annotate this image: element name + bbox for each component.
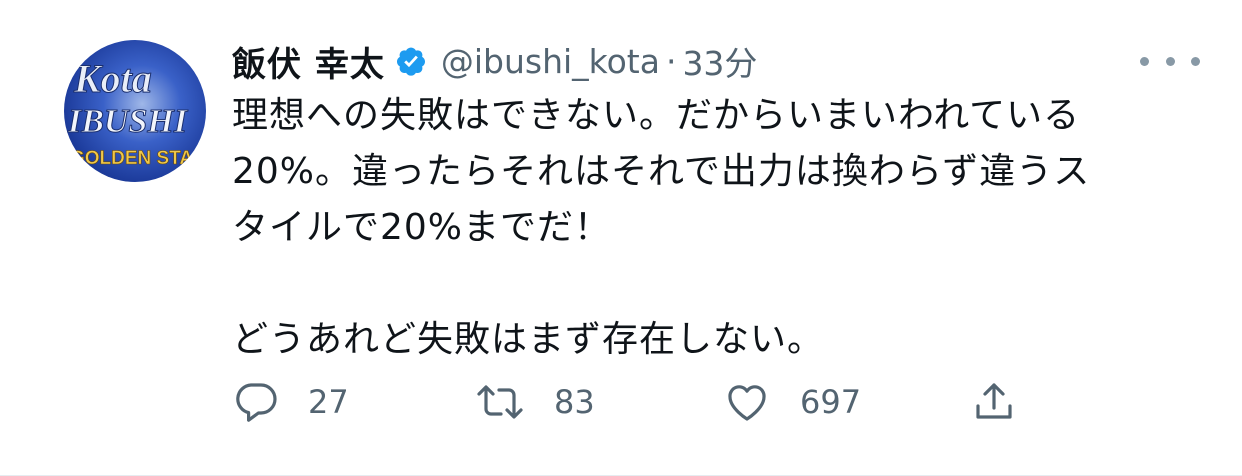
reply-count: 27 [308,383,349,421]
avatar-text-line1: Kota [73,56,152,101]
timestamp[interactable]: 33分 [682,37,757,85]
reply-button[interactable]: 27 [232,372,349,432]
display-name[interactable]: 飯伏 幸太 [232,37,385,86]
heart-icon [722,378,772,426]
like-button[interactable]: 697 [722,372,861,432]
avatar-image: Kota IBUSHI GOLDEN STAR [67,56,207,170]
tweet-header: 飯伏 幸太 @ibushi_kota · 33分 [232,34,757,88]
verified-badge-icon [395,45,427,77]
retweet-button[interactable]: 83 [474,372,595,432]
more-dot [1165,56,1175,66]
share-icon [970,378,1018,426]
more-dot [1191,56,1200,66]
more-dot [1140,56,1149,66]
tweet-card[interactable]: Kota IBUSHI GOLDEN STAR 飯伏 幸太 @ibushi_ko… [0,0,1242,476]
avatar[interactable]: Kota IBUSHI GOLDEN STAR [64,40,206,182]
avatar-text-line2: IBUSHI [67,103,189,140]
retweet-icon [474,378,526,426]
more-options-icon[interactable] [1140,48,1200,74]
user-handle[interactable]: @ibushi_kota [441,42,660,81]
avatar-text-line3: GOLDEN STAR [70,148,206,169]
separator-dot: · [665,41,677,81]
share-button[interactable] [970,372,1018,432]
like-count: 697 [800,383,862,421]
reply-icon [232,378,280,426]
tweet-text: 理想への失敗はできない。だからいまいわれている 20%。違ったらそれはそれで出力… [232,95,1091,360]
retweet-count: 83 [554,383,595,421]
tweet-actions: 27 83 697 [232,372,1132,432]
